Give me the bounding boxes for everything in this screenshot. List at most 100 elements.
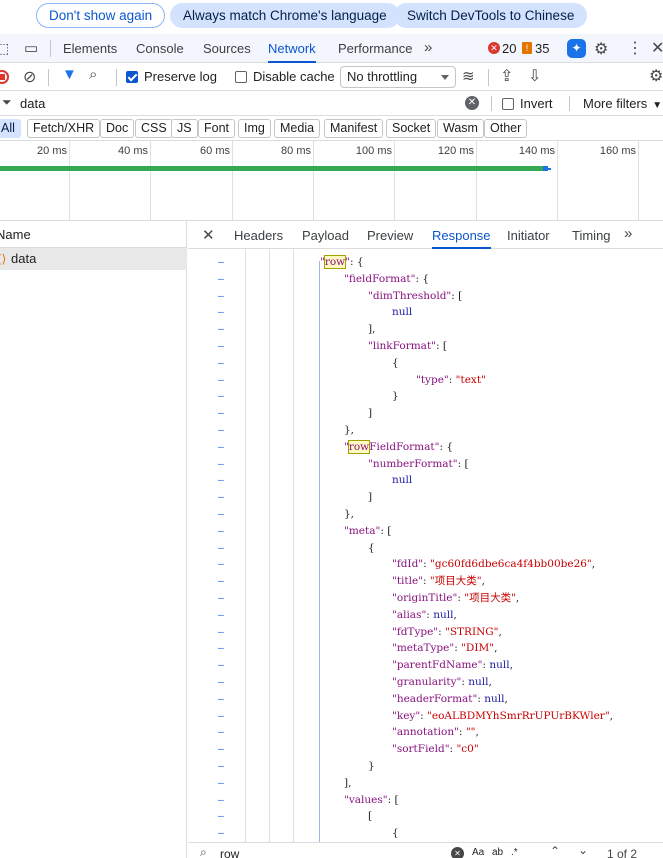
tab-response[interactable]: Response [432,221,491,249]
response-body-viewer[interactable]: – "row": {– "fieldFormat": {– "dimThreshold… [188,249,663,842]
type-filter-manifest[interactable]: Manifest [324,119,384,138]
type-filter-media[interactable]: Media [274,119,321,138]
type-filter-img[interactable]: Img [238,119,271,138]
line-marker: – [218,390,224,403]
type-filter-wasm[interactable]: Wasm [437,119,484,138]
invert-label: Invert [520,96,553,111]
match-count: 1 of 2 [607,847,638,858]
request-name: data [11,251,37,266]
response-line: – "type": "text" [188,372,663,389]
network-conditions-icon[interactable]: ≋ [462,67,475,85]
inspect-element-icon[interactable]: ⬚ [0,40,9,57]
line-marker: – [218,541,224,554]
next-match-chevron-icon[interactable]: ⌄ [578,843,588,857]
device-toolbar-icon[interactable]: ▭ [24,39,38,57]
request-row[interactable]: ⟨⟩ data [0,248,187,270]
line-marker: – [218,709,224,722]
tab-network[interactable]: Network [268,34,316,63]
whole-word-icon[interactable]: ab [492,847,503,858]
type-filter-css[interactable]: CSS [135,119,173,138]
dont-show-again-button[interactable]: Don't show again [36,3,166,28]
error-icon: ✕ [488,42,500,54]
type-filter-other[interactable]: Other [484,119,528,138]
network-overview-timeline[interactable]: 20 ms 40 ms 60 ms 80 ms 100 ms 120 ms 14… [0,141,663,221]
tab-timing[interactable]: Timing [572,221,611,249]
export-har-icon[interactable]: ⇩ [528,66,541,86]
type-filter-font[interactable]: Font [198,119,236,138]
line-marker: – [218,776,224,789]
disable-cache-checkbox[interactable]: Disable cache [235,63,335,91]
more-tabs-chevron-icon[interactable]: » [624,225,632,242]
more-filters-dropdown[interactable]: More filters ▼ [583,91,662,116]
throttling-select[interactable]: No throttling [340,66,456,88]
tab-headers[interactable]: Headers [234,221,283,249]
line-marker: – [218,306,224,319]
switch-devtools-language-button[interactable]: Switch DevTools to Chinese [394,3,588,28]
error-count[interactable]: 20 [502,41,516,56]
close-detail-icon[interactable]: ✕ [202,226,215,244]
more-options-icon[interactable]: ⋮ [627,38,643,58]
response-search-input[interactable]: row [220,847,239,858]
clear-filter-icon[interactable]: ✕ [465,96,479,110]
xhr-request-icon: ⟨⟩ [0,252,7,266]
more-filters-label: More filters [583,96,648,111]
line-marker: – [218,272,224,285]
regex-button[interactable]: .* [511,847,518,858]
ai-assistant-icon[interactable]: ✦ [567,39,586,58]
match-case-button[interactable]: Aa [472,847,484,858]
response-line: –{ [188,540,663,557]
response-line: –{ [188,355,663,372]
network-settings-icon[interactable]: ⚙ [649,66,663,86]
grid-line [557,141,558,221]
tab-sources[interactable]: Sources [203,34,251,63]
search-icon[interactable]: ⌕ [89,66,97,83]
type-filter-fetch-xhr[interactable]: Fetch/XHR [27,119,101,138]
tab-preview[interactable]: Preview [367,221,413,249]
timeline-tick-label: 80 ms [281,145,311,157]
settings-gear-icon[interactable]: ⚙ [594,39,608,59]
response-line: –], [188,775,663,792]
tab-performance[interactable]: Performance [338,34,412,63]
response-line: – null [188,472,663,489]
invert-checkbox[interactable]: Invert [502,91,553,116]
preserve-log-checkbox[interactable]: Preserve log [126,63,217,91]
name-column-header[interactable]: Name [0,221,187,248]
type-filter-js[interactable]: JS [171,119,198,138]
line-marker: – [218,474,224,487]
type-filter-socket[interactable]: Socket [386,119,437,138]
response-line: –} [188,388,663,405]
grid-line [638,141,639,221]
filter-bar: ⏷ data ✕ Invert More filters ▼ [0,91,663,116]
grid-line [476,141,477,221]
tab-console[interactable]: Console [136,34,184,63]
import-har-icon[interactable]: ⇪ [500,66,513,86]
close-devtools-icon[interactable]: ✕ [651,38,663,58]
filter-icon[interactable]: ▼ [62,66,77,83]
type-filter-doc[interactable]: Doc [100,119,135,138]
line-marker: – [218,340,224,352]
line-marker: – [218,491,224,504]
warning-count[interactable]: 35 [535,41,549,56]
always-match-language-button[interactable]: Always match Chrome's language [170,3,400,28]
response-search-bar: ⌕ row ✕ Aa ab .* ⌃ ⌄ 1 of 2 [188,842,663,858]
toolbar-divider [48,69,49,86]
clear-log-icon[interactable]: ⊘ [23,67,36,87]
chevron-down-icon: ▼ [652,100,663,111]
clear-search-icon[interactable]: ✕ [451,847,464,858]
tab-payload[interactable]: Payload [302,221,349,249]
more-tabs-chevron-icon[interactable]: » [424,39,432,56]
type-filter-all[interactable]: All [0,119,21,138]
tab-initiator[interactable]: Initiator [507,221,550,249]
line-marker: – [218,743,224,756]
response-line: – "dimThreshold": [ [188,288,663,305]
throttling-value: No throttling [347,69,418,84]
tab-elements[interactable]: Elements [63,34,117,63]
response-line: –] [188,489,663,506]
previous-match-chevron-icon[interactable]: ⌃ [550,844,560,858]
filter-input[interactable]: data [20,96,45,111]
line-marker: – [218,793,224,806]
record-stop-icon[interactable] [0,70,9,84]
response-line: – "row": { [188,254,663,271]
disable-cache-label: Disable cache [253,69,335,84]
response-line: –}, [188,422,663,439]
